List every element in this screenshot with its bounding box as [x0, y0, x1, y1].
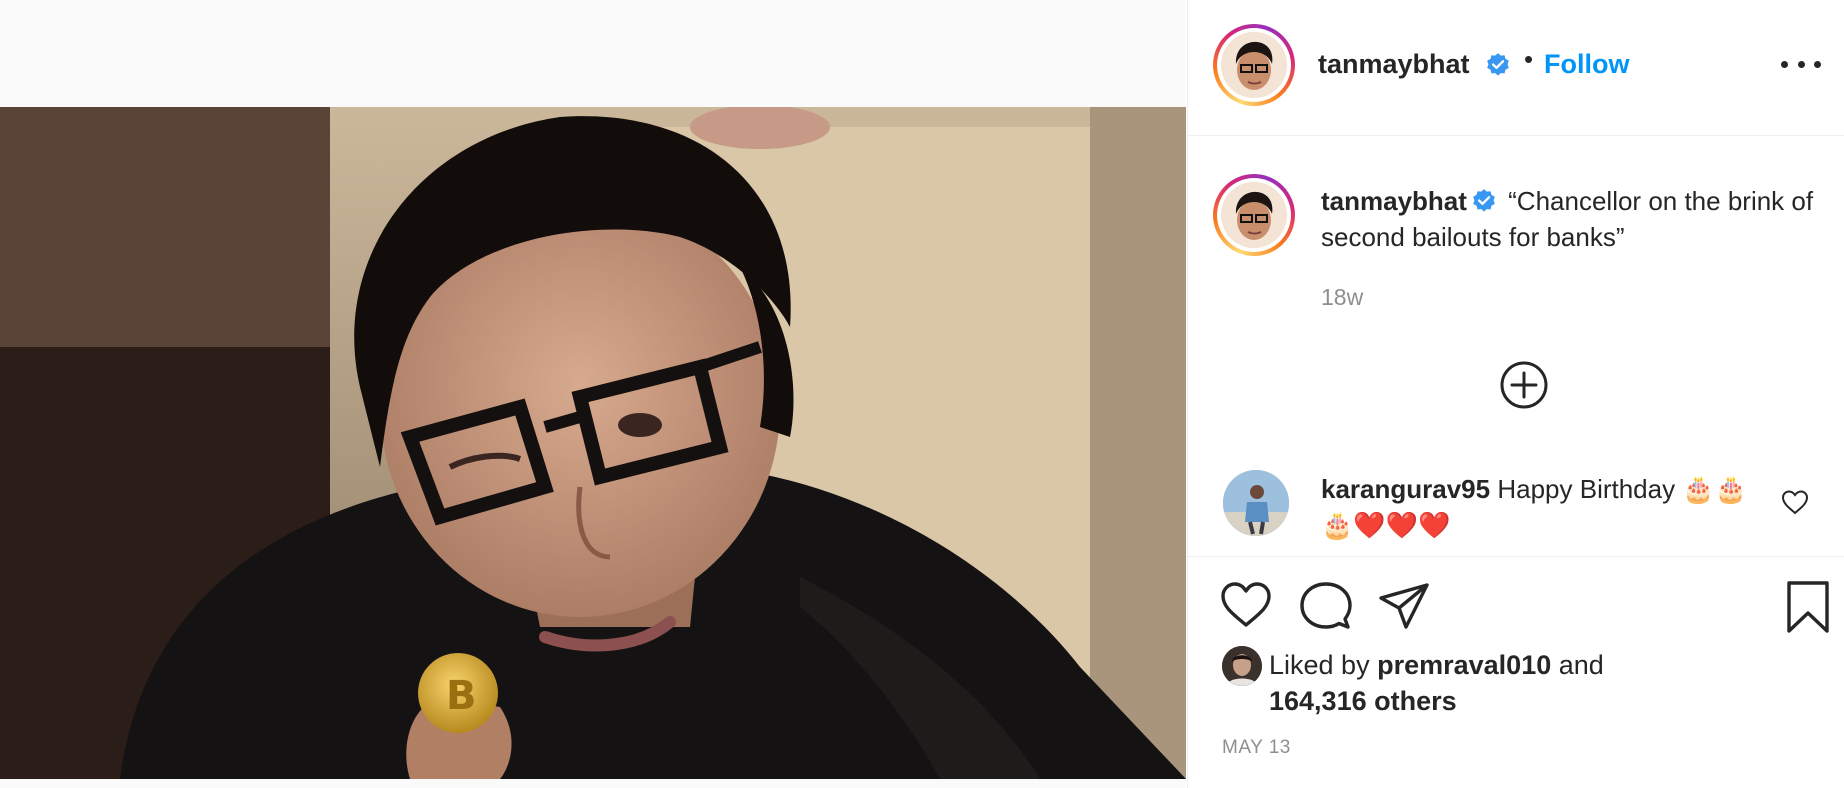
commenter-username[interactable]: karangurav95: [1321, 474, 1490, 504]
caption-username[interactable]: tanmaybhat: [1321, 186, 1467, 216]
commenter-avatar[interactable]: [1223, 470, 1289, 536]
likes-count[interactable]: 164,316 others: [1269, 686, 1457, 716]
more-options-icon[interactable]: [1781, 49, 1821, 79]
author-avatar[interactable]: [1213, 24, 1295, 106]
liker-avatar[interactable]: [1222, 646, 1262, 686]
likes-summary: Liked by premraval010 and 164,316 others: [1269, 647, 1689, 719]
caption-author-avatar[interactable]: [1213, 174, 1295, 256]
author-username[interactable]: tanmaybhat: [1318, 49, 1470, 80]
post-caption: tanmaybhat “Chancellor on the brink of s…: [1321, 183, 1821, 255]
avatar-ring-gap: [1217, 178, 1291, 252]
avatar-image: [1221, 32, 1287, 98]
avatar-ring-gap: [1217, 28, 1291, 102]
follow-button[interactable]: Follow: [1544, 49, 1629, 80]
comment-bubble-icon[interactable]: [1300, 581, 1352, 631]
post-date[interactable]: MAY 13: [1222, 737, 1291, 759]
divider: [1188, 556, 1844, 557]
paper-plane-icon[interactable]: [1378, 582, 1430, 630]
header-separator: •: [1524, 44, 1534, 74]
post-header: tanmaybhat • Follow: [1188, 0, 1844, 136]
media-pane: B: [0, 0, 1186, 788]
plus-circle-icon[interactable]: [1499, 360, 1549, 410]
likes-joiner: and: [1558, 650, 1604, 680]
avatar-image: [1221, 182, 1287, 248]
verified-badge-icon: [1487, 53, 1509, 76]
post-photo[interactable]: B: [0, 107, 1186, 779]
heart-icon[interactable]: [1220, 581, 1272, 629]
post-panel: tanmaybhat • Follow tanmaybhat “Chancell…: [1187, 0, 1844, 788]
more-dot: [1781, 60, 1788, 68]
more-dot: [1814, 60, 1821, 68]
post-age[interactable]: 18w: [1321, 284, 1363, 311]
bookmark-icon[interactable]: [1784, 580, 1832, 634]
post-photo-illustration: B: [0, 107, 1186, 779]
liker-username[interactable]: premraval010: [1377, 650, 1551, 680]
verified-badge-icon: [1473, 189, 1495, 212]
more-dot: [1797, 60, 1805, 68]
comment-text: karangurav95 Happy Birthday 🎂🎂🎂❤️❤️❤️: [1321, 471, 1751, 543]
likes-prefix: Liked by: [1269, 650, 1370, 680]
heart-icon[interactable]: [1780, 488, 1810, 516]
svg-text:B: B: [446, 673, 477, 719]
